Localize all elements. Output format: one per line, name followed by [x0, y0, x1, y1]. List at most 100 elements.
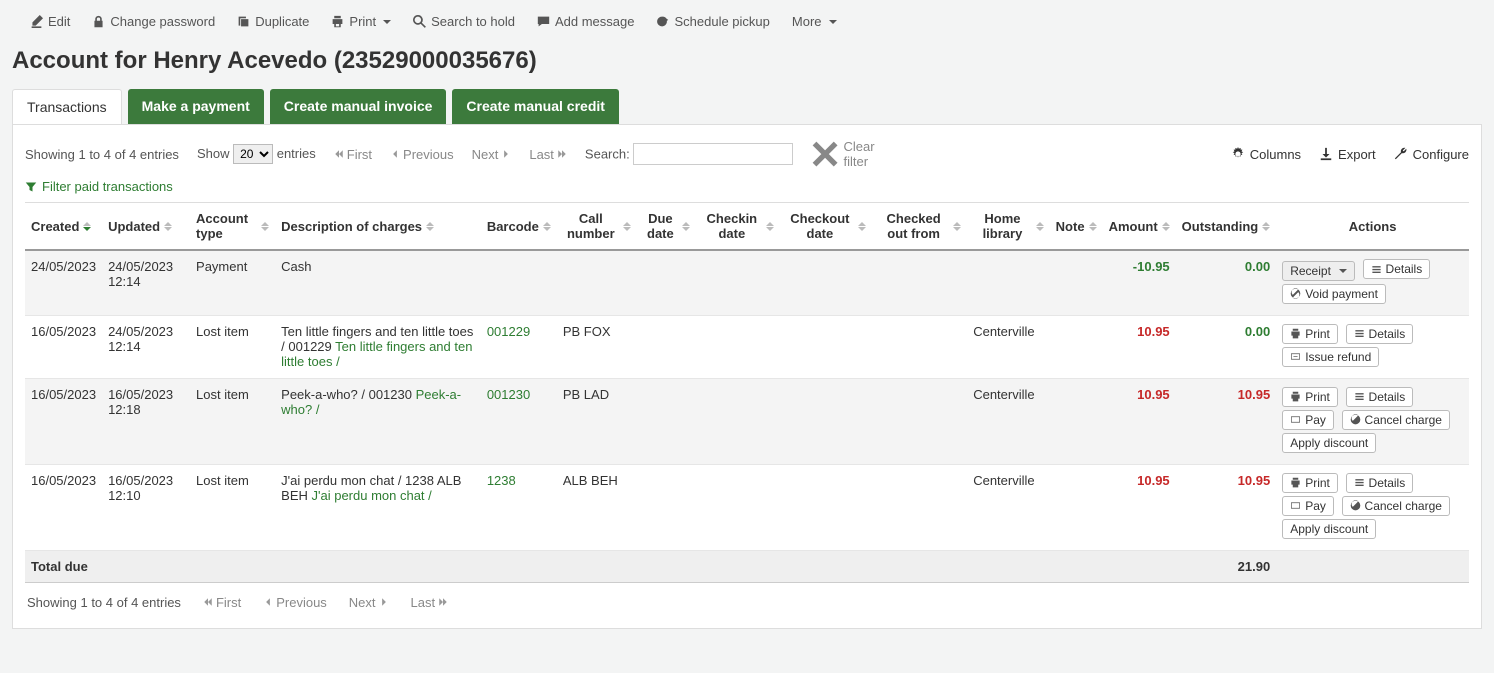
money-icon [1290, 500, 1301, 511]
print-button[interactable]: Print [1282, 387, 1338, 407]
receipt-button[interactable]: Receipt [1282, 261, 1355, 281]
chevron-double-left-icon [203, 597, 213, 607]
duplicate-link[interactable]: Duplicate [237, 14, 309, 29]
cancel-charge-button[interactable]: Cancel charge [1342, 496, 1450, 516]
table-row: 16/05/2023 16/05/2023 12:10 Lost item J'… [25, 464, 1469, 550]
columns-button[interactable]: Columns [1231, 147, 1301, 162]
pay-button[interactable]: Pay [1282, 496, 1334, 516]
th-outstanding[interactable]: Outstanding [1176, 203, 1277, 251]
th-checkout-date[interactable]: Checkout date [780, 203, 872, 251]
cell-actions: Print Details Pay Cancel charge Apply di… [1276, 378, 1469, 464]
print-button[interactable]: Print [1282, 473, 1338, 493]
th-home-library[interactable]: Home library [967, 203, 1049, 251]
tab-transactions[interactable]: Transactions [12, 89, 122, 124]
print-icon [1290, 391, 1301, 402]
cell-created: 16/05/2023 [25, 315, 102, 378]
edit-link[interactable]: Edit [30, 14, 70, 29]
add-message-link[interactable]: Add message [537, 14, 635, 29]
cell-actions: Print Details Issue refund [1276, 315, 1469, 378]
barcode-link[interactable]: 1238 [481, 464, 557, 550]
pay-button[interactable]: Pay [1282, 410, 1334, 430]
th-created[interactable]: Created [25, 203, 102, 251]
gear-icon [1231, 147, 1245, 161]
cell-call-number: ALB BEH [557, 464, 637, 550]
table-controls-bottom: Showing 1 to 4 of 4 entries First Previo… [25, 583, 1469, 614]
refund-icon [1290, 351, 1301, 362]
chevron-double-left-icon [334, 149, 344, 159]
change-password-link[interactable]: Change password [92, 14, 215, 29]
pager-first[interactable]: First [334, 147, 372, 162]
table-row: 24/05/2023 24/05/2023 12:14 Payment Cash… [25, 250, 1469, 315]
th-barcode[interactable]: Barcode [481, 203, 557, 251]
item-link[interactable]: J'ai perdu mon chat / [312, 488, 432, 503]
details-button[interactable]: Details [1346, 324, 1414, 344]
apply-discount-button[interactable]: Apply discount [1282, 433, 1376, 453]
table-row: 16/05/2023 24/05/2023 12:14 Lost item Te… [25, 315, 1469, 378]
th-description[interactable]: Description of charges [275, 203, 481, 251]
print-button[interactable]: Print [1282, 324, 1338, 344]
th-note[interactable]: Note [1050, 203, 1103, 251]
pager-last-bottom[interactable]: Last [411, 595, 449, 610]
cancel-charge-button[interactable]: Cancel charge [1342, 410, 1450, 430]
cell-account-type: Payment [190, 250, 275, 315]
tab-create-invoice[interactable]: Create manual invoice [270, 89, 447, 124]
cell-created: 16/05/2023 [25, 464, 102, 550]
tab-create-credit[interactable]: Create manual credit [452, 89, 619, 124]
cell-amount: 10.95 [1103, 378, 1176, 464]
cell-amount: 10.95 [1103, 315, 1176, 378]
lock-icon [92, 15, 105, 28]
print-dropdown[interactable]: Print [331, 14, 391, 29]
list-icon [1354, 477, 1365, 488]
page-size-select[interactable]: 20 [233, 144, 273, 164]
pager-next-bottom[interactable]: Next [349, 595, 389, 610]
configure-button[interactable]: Configure [1394, 147, 1469, 162]
pager-next[interactable]: Next [472, 147, 512, 162]
cell-home-library: Centerville [967, 378, 1049, 464]
search-icon [413, 15, 426, 28]
cell-actions: Print Details Pay Cancel charge Apply di… [1276, 464, 1469, 550]
pager-first-bottom[interactable]: First [203, 595, 241, 610]
details-button[interactable]: Details [1346, 473, 1414, 493]
tab-make-payment[interactable]: Make a payment [128, 89, 264, 124]
th-checkin-date[interactable]: Checkin date [696, 203, 780, 251]
showing-info: Showing 1 to 4 of 4 entries [25, 147, 179, 162]
th-updated[interactable]: Updated [102, 203, 190, 251]
filter-paid-link[interactable]: Filter paid transactions [25, 179, 173, 194]
cell-home-library: Centerville [967, 464, 1049, 550]
barcode-link[interactable]: 001229 [481, 315, 557, 378]
pager-previous[interactable]: Previous [390, 147, 454, 162]
money-icon [1290, 414, 1301, 425]
table-row: 16/05/2023 16/05/2023 12:18 Lost item Pe… [25, 378, 1469, 464]
details-button[interactable]: Details [1363, 259, 1431, 279]
print-icon [331, 15, 344, 28]
search-to-hold-link[interactable]: Search to hold [413, 14, 515, 29]
cell-account-type: Lost item [190, 378, 275, 464]
th-call-number[interactable]: Call number [557, 203, 637, 251]
close-icon [811, 140, 839, 168]
search-input[interactable] [633, 143, 793, 165]
patron-toolbar: Edit Change password Duplicate Print Sea… [12, 8, 1482, 43]
apply-discount-button[interactable]: Apply discount [1282, 519, 1376, 539]
more-dropdown[interactable]: More [792, 14, 837, 29]
schedule-pickup-link[interactable]: Schedule pickup [656, 14, 769, 29]
export-button[interactable]: Export [1319, 147, 1376, 162]
clear-filter[interactable]: Clear filter [811, 139, 874, 169]
pager-previous-bottom[interactable]: Previous [263, 595, 327, 610]
cell-description: J'ai perdu mon chat / 1238 ALB BEH J'ai … [275, 464, 481, 550]
details-button[interactable]: Details [1346, 387, 1414, 407]
chevron-left-icon [263, 597, 273, 607]
cell-outstanding: 0.00 [1176, 250, 1277, 315]
th-checked-out-from[interactable]: Checked out from [872, 203, 967, 251]
th-amount[interactable]: Amount [1103, 203, 1176, 251]
page-title: Account for Henry Acevedo (2352900003567… [12, 47, 1482, 75]
th-account-type[interactable]: Account type [190, 203, 275, 251]
barcode-link[interactable]: 001230 [481, 378, 557, 464]
pager-last[interactable]: Last [529, 147, 567, 162]
chevron-down-icon [383, 20, 391, 24]
page-size: Show 20 entries [197, 144, 316, 164]
th-due-date[interactable]: Due date [637, 203, 696, 251]
chevron-double-right-icon [557, 149, 567, 159]
void-payment-button[interactable]: Void payment [1282, 284, 1386, 304]
cell-home-library: Centerville [967, 315, 1049, 378]
issue-refund-button[interactable]: Issue refund [1282, 347, 1379, 367]
